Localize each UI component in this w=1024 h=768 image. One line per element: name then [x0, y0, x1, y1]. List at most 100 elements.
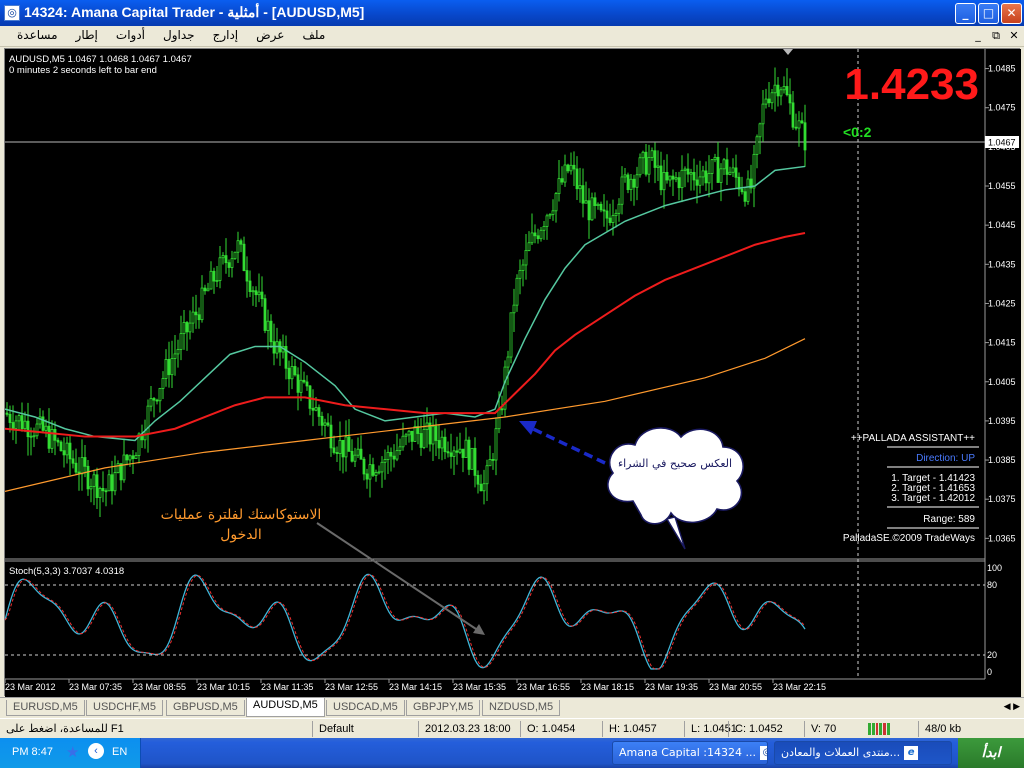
candle-body	[587, 200, 591, 221]
candle-body	[80, 457, 84, 475]
candle-body	[248, 280, 252, 292]
time-axis-label: 23 Mar 14:15	[389, 682, 442, 692]
menu-tools[interactable]: أدوات	[107, 28, 154, 42]
time-axis-label: 23 Mar 12:55	[325, 682, 378, 692]
time-axis-label: 23 Mar 2012	[5, 682, 56, 692]
candle-body	[197, 314, 201, 321]
candle-body	[776, 84, 780, 97]
menu-view[interactable]: عرض	[247, 28, 293, 42]
mdi-minimize-button[interactable]: _	[970, 29, 986, 43]
candle-body	[23, 420, 27, 430]
big-price-display: 1.4233	[844, 60, 979, 109]
candle-body	[599, 203, 603, 211]
status-profile[interactable]: Default	[312, 721, 419, 737]
time-axis-label: 23 Mar 19:35	[645, 682, 698, 692]
candle-body	[134, 455, 138, 459]
candle-body	[557, 178, 561, 194]
tab-usdchf[interactable]: USDCHF,M5	[86, 700, 163, 716]
candle-body	[566, 164, 570, 172]
tab-scroll-arrows-icon[interactable]: ◀ ▶	[1004, 701, 1020, 712]
candle-body	[713, 156, 717, 161]
candle-body	[107, 474, 111, 492]
menu-window[interactable]: إطار	[67, 28, 107, 42]
candle-body	[659, 165, 663, 191]
candle-body	[65, 442, 69, 456]
candle-body	[734, 167, 738, 178]
mdi-close-button[interactable]: ✕	[1006, 29, 1022, 43]
maximize-button[interactable]: □	[978, 3, 999, 24]
candle-body	[122, 454, 126, 481]
bar-timer: 0 minutes 2 seconds left to bar end	[9, 65, 157, 76]
candle-body	[92, 474, 96, 487]
candle-body	[239, 240, 243, 245]
candle-body	[299, 379, 303, 393]
price-axis-label: 1.0365	[988, 533, 1016, 543]
tab-nzdusd[interactable]: NZDUSD,M5	[482, 700, 561, 716]
candle-body	[116, 463, 120, 474]
candle-body	[683, 168, 687, 171]
candle-body	[290, 366, 294, 380]
title-bar[interactable]: ◎ 14324: Amana Capital Trader - أمثلية -…	[0, 0, 1024, 26]
candle-body	[506, 356, 510, 368]
menu-file[interactable]: ملف	[293, 28, 334, 42]
candle-body	[467, 439, 471, 470]
candle-body	[473, 447, 477, 476]
candle-body	[110, 474, 114, 492]
candle-body	[155, 399, 159, 402]
taskbar-forum-button[interactable]: منتدى العملات والمعادن... e	[774, 741, 952, 765]
candle-body	[509, 312, 513, 358]
candle-body	[551, 210, 555, 215]
candle-body	[476, 474, 480, 485]
tray-language[interactable]: EN	[112, 746, 127, 758]
candle-body	[191, 311, 195, 324]
candle-body	[608, 217, 612, 223]
stoch-level-80: 80	[987, 580, 997, 590]
menu-help[interactable]: مساعدة	[8, 28, 67, 42]
candle-body	[347, 436, 351, 452]
candle-body	[314, 407, 318, 411]
chart-window[interactable]: AUDUSD,M5 1.0467 1.0468 1.0467 1.0467 0 …	[4, 48, 1021, 697]
ie-icon: e	[904, 746, 919, 760]
window-title: 14324: Amana Capital Trader - أمثلية - […	[24, 4, 365, 20]
candle-body	[689, 172, 693, 175]
tab-gbpjpy[interactable]: GBPJPY,M5	[406, 700, 481, 716]
tab-usdcad[interactable]: USDCAD,M5	[326, 700, 405, 716]
candle-body	[383, 459, 387, 463]
candle-body	[530, 232, 534, 244]
minimize-button[interactable]: _	[955, 3, 976, 24]
price-chart[interactable]: AUDUSD,M5 1.0467 1.0468 1.0467 1.0467 0 …	[5, 49, 1021, 697]
tab-audusd[interactable]: AUDUSD,M5	[246, 698, 325, 717]
candle-body	[755, 136, 759, 155]
candle-body	[272, 341, 276, 354]
candle-body	[131, 455, 135, 459]
candle-body	[446, 451, 450, 454]
candle-body	[572, 164, 576, 170]
mdi-restore-button[interactable]: ⧉	[988, 29, 1004, 43]
tray-back-icon[interactable]: ‹	[88, 743, 104, 759]
candle-body	[758, 123, 762, 138]
candle-body	[242, 243, 246, 271]
start-button[interactable]: ابدأ	[958, 738, 1024, 768]
candle-body	[434, 425, 438, 441]
candle-body	[5, 412, 9, 415]
tab-eurusd[interactable]: EURUSD,M5	[6, 700, 85, 716]
menu-charts[interactable]: جداول	[154, 28, 204, 42]
candle-body	[620, 176, 624, 205]
candle-body	[419, 433, 423, 448]
candle-body	[650, 150, 654, 158]
candle-body	[746, 178, 750, 202]
tab-gbpusd[interactable]: GBPUSD,M5	[166, 700, 245, 716]
taskbar-amana-button[interactable]: Amana Capital :14324 ...◎	[612, 741, 768, 765]
candle-body	[353, 454, 357, 462]
candle-body	[68, 442, 72, 460]
candle-body	[335, 452, 339, 454]
candle-body	[20, 415, 24, 430]
candle-body	[605, 210, 609, 219]
candle-body	[788, 94, 792, 104]
tray-star-icon[interactable]: ★	[66, 743, 79, 761]
menu-insert[interactable]: إدارج	[204, 28, 248, 42]
price-axis-label: 1.0405	[988, 377, 1016, 387]
close-button[interactable]: ✕	[1001, 3, 1022, 24]
candle-body	[560, 178, 564, 183]
candle-body	[47, 425, 51, 449]
